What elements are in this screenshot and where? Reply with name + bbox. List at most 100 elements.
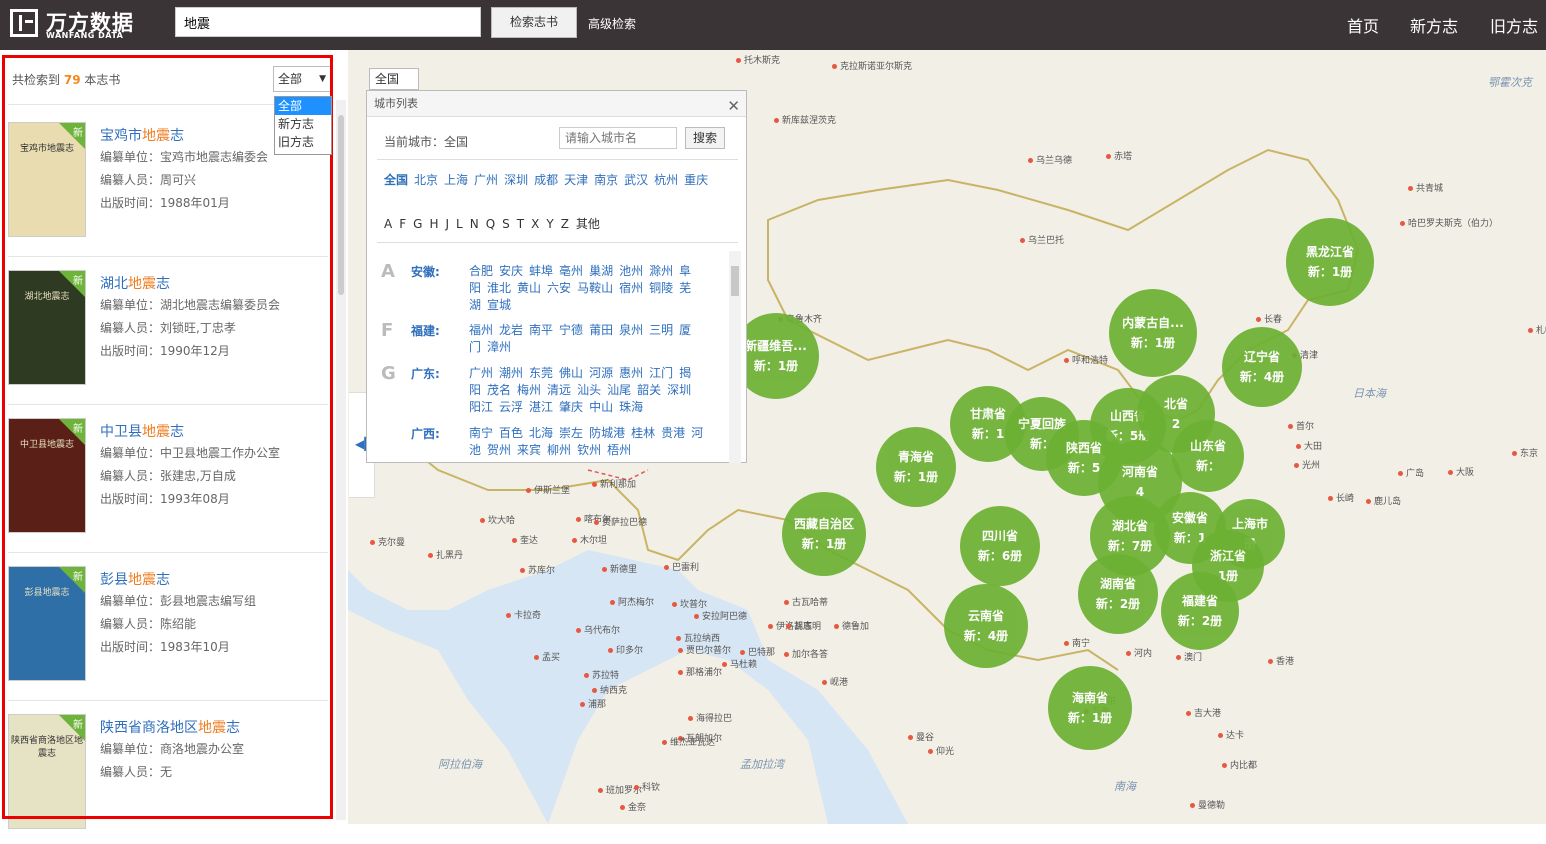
- city-link[interactable]: 中山: [589, 400, 613, 414]
- city-link[interactable]: 莆田: [589, 323, 613, 337]
- city-link[interactable]: 北海: [529, 426, 553, 440]
- city-link[interactable]: 柳州: [547, 443, 571, 457]
- province-bubble[interactable]: 四川省 新：6册: [960, 506, 1040, 586]
- hot-city-link[interactable]: 全国: [384, 173, 408, 187]
- city-link[interactable]: 漳州: [487, 340, 511, 354]
- hot-city-link[interactable]: 天津: [564, 173, 588, 187]
- filter-option-old[interactable]: 旧方志: [275, 133, 331, 151]
- search-button[interactable]: 检索志书: [491, 7, 577, 38]
- city-link[interactable]: 佛山: [559, 366, 583, 380]
- city-link[interactable]: 惠州: [619, 366, 643, 380]
- city-link[interactable]: 汕尾: [607, 383, 631, 397]
- province-bubble[interactable]: 湖南省 新：2册: [1078, 554, 1158, 634]
- city-link[interactable]: 福州: [469, 323, 493, 337]
- letter-index-link[interactable]: Z: [561, 217, 569, 231]
- province-name[interactable]: 安徽:: [411, 263, 440, 280]
- letter-index-link[interactable]: S: [502, 217, 510, 231]
- book-cover[interactable]: 湖北地震志新: [8, 270, 86, 385]
- hot-city-link[interactable]: 杭州: [654, 173, 678, 187]
- city-link[interactable]: 巢湖: [589, 264, 613, 278]
- city-link[interactable]: 钦州: [577, 443, 601, 457]
- city-link[interactable]: 铜陵: [649, 281, 673, 295]
- city-link[interactable]: 合肥: [469, 264, 493, 278]
- city-link[interactable]: 韶关: [637, 383, 661, 397]
- letter-index-link[interactable]: N: [470, 217, 479, 231]
- letter-index-link[interactable]: J: [445, 217, 449, 231]
- book-cover[interactable]: 陕西省商洛地区地震志新: [8, 714, 86, 829]
- letter-index-link[interactable]: X: [531, 217, 539, 231]
- city-link[interactable]: 桂林: [631, 426, 655, 440]
- city-link[interactable]: 深圳: [667, 383, 691, 397]
- province-bubble[interactable]: 青海省 新：1册: [876, 427, 956, 507]
- advanced-search-link[interactable]: 高级检索: [588, 15, 636, 32]
- province-bubble[interactable]: 云南省 新：4册: [944, 584, 1028, 668]
- city-link[interactable]: 南宁: [469, 426, 493, 440]
- city-link[interactable]: 宣城: [487, 298, 511, 312]
- hot-city-link[interactable]: 广州: [474, 173, 498, 187]
- city-link[interactable]: 汕头: [577, 383, 601, 397]
- book-cover[interactable]: 彭县地震志新: [8, 566, 86, 681]
- city-link[interactable]: 淮北: [487, 281, 511, 295]
- hot-city-link[interactable]: 北京: [414, 173, 438, 187]
- city-link[interactable]: 百色: [499, 426, 523, 440]
- city-list-scrollbar-thumb[interactable]: [731, 266, 739, 296]
- province-bubble[interactable]: 福建省 新：2册: [1161, 572, 1239, 650]
- city-link[interactable]: 河源: [589, 366, 613, 380]
- letter-index-link[interactable]: T: [517, 217, 524, 231]
- filter-select[interactable]: 全部 ▼: [273, 66, 331, 92]
- letter-index-link[interactable]: L: [456, 217, 463, 231]
- province-name[interactable]: 福建:: [411, 322, 440, 339]
- wanfang-logo[interactable]: 万方数据 WANFANG DATA: [10, 7, 150, 43]
- city-link[interactable]: 珠海: [619, 400, 643, 414]
- filter-option-new[interactable]: 新方志: [275, 115, 331, 133]
- book-cover[interactable]: 宝鸡市地震志新: [8, 122, 86, 237]
- filter-option-all[interactable]: 全部: [275, 97, 331, 115]
- city-link[interactable]: 黄山: [517, 281, 541, 295]
- province-name[interactable]: 广东:: [411, 365, 440, 382]
- city-link[interactable]: 江门: [649, 366, 673, 380]
- city-link[interactable]: 东莞: [529, 366, 553, 380]
- city-link[interactable]: 云浮: [499, 400, 523, 414]
- city-link[interactable]: 贵港: [661, 426, 685, 440]
- city-link[interactable]: 广州: [469, 366, 493, 380]
- city-link[interactable]: 南平: [529, 323, 553, 337]
- book-title[interactable]: 陕西省商洛地区地震志: [100, 717, 240, 737]
- city-link[interactable]: 三明: [649, 323, 673, 337]
- nav-home[interactable]: 首页: [1347, 13, 1379, 37]
- city-link[interactable]: 蚌埠: [529, 264, 553, 278]
- city-link[interactable]: 马鞍山: [577, 281, 613, 295]
- city-link[interactable]: 贺州: [487, 443, 511, 457]
- close-icon[interactable]: ✕: [727, 93, 740, 119]
- province-bubble[interactable]: 西藏自治区 新：1册: [782, 492, 866, 576]
- city-link[interactable]: 梧州: [607, 443, 631, 457]
- nav-new-gazetteer[interactable]: 新方志: [1410, 13, 1458, 37]
- city-link[interactable]: 梅州: [517, 383, 541, 397]
- city-search-input[interactable]: [559, 127, 677, 149]
- city-link[interactable]: 亳州: [559, 264, 583, 278]
- city-link[interactable]: 宁德: [559, 323, 583, 337]
- letter-index-link[interactable]: Y: [546, 217, 553, 231]
- search-input[interactable]: [175, 7, 481, 37]
- letter-index-link[interactable]: H: [429, 217, 438, 231]
- city-link[interactable]: 池州: [619, 264, 643, 278]
- city-link[interactable]: 阳江: [469, 400, 493, 414]
- book-title[interactable]: 湖北地震志: [100, 273, 170, 293]
- nav-old-gazetteer[interactable]: 旧方志: [1490, 13, 1538, 37]
- letter-index-link[interactable]: A: [384, 217, 392, 231]
- hot-city-link[interactable]: 深圳: [504, 173, 528, 187]
- city-link[interactable]: 滁州: [649, 264, 673, 278]
- city-link[interactable]: 肇庆: [559, 400, 583, 414]
- province-bubble[interactable]: 海南省 新：1册: [1048, 666, 1132, 750]
- city-link[interactable]: 清远: [547, 383, 571, 397]
- hot-city-link[interactable]: 上海: [444, 173, 468, 187]
- city-link[interactable]: 安庆: [499, 264, 523, 278]
- city-link[interactable]: 潮州: [499, 366, 523, 380]
- letter-index-link[interactable]: 其他: [576, 217, 600, 231]
- book-title[interactable]: 彭县地震志: [100, 569, 170, 589]
- book-title[interactable]: 中卫县地震志: [100, 421, 184, 441]
- city-link[interactable]: 宿州: [619, 281, 643, 295]
- province-name[interactable]: 广西:: [411, 425, 440, 442]
- book-cover[interactable]: 中卫县地震志新: [8, 418, 86, 533]
- province-bubble[interactable]: 山东省 新：: [1172, 420, 1244, 492]
- results-scrollbar-thumb[interactable]: [338, 115, 344, 295]
